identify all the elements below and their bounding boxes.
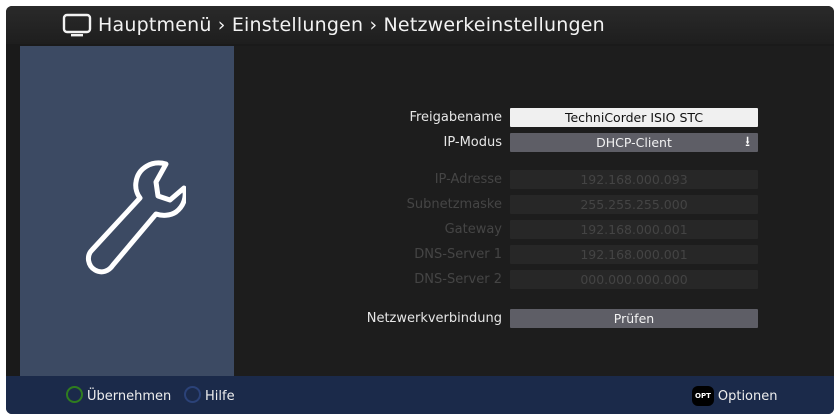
options-button[interactable]: OPT Optionen bbox=[692, 386, 778, 406]
gateway-label: Gateway bbox=[444, 222, 502, 237]
accept-button[interactable]: Übernehmen bbox=[66, 386, 171, 404]
row-gateway: Gateway 192.168.000.001 bbox=[234, 220, 834, 240]
dns-server-1-field: 192.168.000.001 bbox=[510, 245, 758, 264]
breadcrumb: Hauptmenü › Einstellungen › Netzwerkeins… bbox=[98, 14, 605, 36]
subnetzmaske-label: Subnetzmaske bbox=[406, 197, 502, 212]
ip-modus-label: IP-Modus bbox=[443, 135, 502, 150]
row-ip-modus: IP-Modus DHCP-Client ⭳ bbox=[234, 133, 834, 153]
row-freigabename: Freigabename TechniCorder ISIO STC bbox=[234, 108, 834, 128]
footer-bar: Übernehmen Hilfe OPT Optionen bbox=[6, 376, 834, 414]
ip-adresse-field: 192.168.000.093 bbox=[510, 170, 758, 189]
dropdown-arrow-icon: ⭳ bbox=[745, 134, 750, 150]
dns-server-2-label: DNS-Server 2 bbox=[414, 272, 502, 287]
ip-modus-dropdown[interactable]: DHCP-Client ⭳ bbox=[510, 133, 758, 152]
gateway-field: 192.168.000.001 bbox=[510, 220, 758, 239]
help-button[interactable]: Hilfe bbox=[184, 386, 235, 404]
row-dns-server-2: DNS-Server 2 000.000.000.000 bbox=[234, 270, 834, 290]
dns-server-2-field: 000.000.000.000 bbox=[510, 270, 758, 289]
settings-screen: Hauptmenü › Einstellungen › Netzwerkeins… bbox=[6, 6, 834, 414]
ip-adresse-label: IP-Adresse bbox=[434, 172, 502, 187]
ip-modus-value: DHCP-Client bbox=[596, 135, 672, 150]
wrench-icon bbox=[85, 160, 186, 275]
row-dns-server-1: DNS-Server 1 192.168.000.001 bbox=[234, 245, 834, 265]
netzwerkverbindung-label: Netzwerkverbindung bbox=[366, 311, 502, 326]
freigabename-label: Freigabename bbox=[409, 110, 502, 125]
tv-icon bbox=[62, 13, 92, 37]
pruefen-button[interactable]: Prüfen bbox=[510, 309, 758, 328]
subnetzmaske-field: 255.255.255.000 bbox=[510, 195, 758, 214]
row-subnetzmaske: Subnetzmaske 255.255.255.000 bbox=[234, 195, 834, 215]
help-label: Hilfe bbox=[205, 389, 235, 404]
settings-form: Freigabename TechniCorder ISIO STC IP-Mo… bbox=[234, 46, 834, 376]
row-netzwerkverbindung: Netzwerkverbindung Prüfen bbox=[234, 309, 834, 329]
side-panel bbox=[20, 46, 234, 376]
freigabename-field[interactable]: TechniCorder ISIO STC bbox=[510, 108, 758, 127]
accept-label: Übernehmen bbox=[87, 389, 172, 404]
row-ip-adresse: IP-Adresse 192.168.000.093 bbox=[234, 170, 834, 190]
blue-key-icon bbox=[184, 386, 201, 403]
dns-server-1-label: DNS-Server 1 bbox=[414, 247, 502, 262]
green-key-icon bbox=[66, 386, 83, 403]
opt-key-icon: OPT bbox=[692, 386, 714, 406]
options-label: Optionen bbox=[717, 389, 778, 404]
header-bar: Hauptmenü › Einstellungen › Netzwerkeins… bbox=[6, 6, 834, 44]
